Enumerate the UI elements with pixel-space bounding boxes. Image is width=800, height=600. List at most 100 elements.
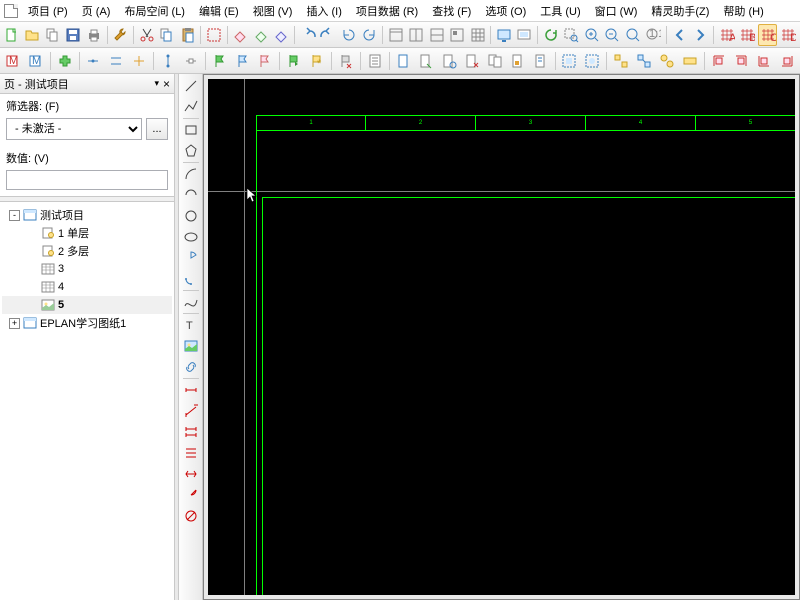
- copy-page-icon[interactable]: [43, 24, 63, 46]
- tree-row[interactable]: 1 单层: [2, 224, 172, 242]
- menu-help[interactable]: 帮助 (H): [717, 1, 769, 21]
- undo-list-icon[interactable]: [339, 24, 359, 46]
- redo-icon[interactable]: [318, 24, 338, 46]
- flag3-icon[interactable]: [254, 50, 276, 72]
- flag-star-icon[interactable]: *: [306, 50, 328, 72]
- tree-row[interactable]: 3: [2, 260, 172, 278]
- group1-icon[interactable]: [610, 50, 632, 72]
- connect4-icon[interactable]: [157, 50, 179, 72]
- align1-icon[interactable]: [708, 50, 730, 72]
- panel-pin-icon[interactable]: ▾: [154, 78, 159, 89]
- align3-icon[interactable]: [753, 50, 775, 72]
- doc2-icon[interactable]: [416, 50, 438, 72]
- open-icon[interactable]: [23, 24, 43, 46]
- hyperlink-icon[interactable]: [181, 357, 201, 377]
- report1-icon[interactable]: [364, 50, 386, 72]
- macro-save-icon[interactable]: M: [25, 50, 47, 72]
- doc1-icon[interactable]: [393, 50, 415, 72]
- polygon-icon[interactable]: [181, 141, 201, 161]
- plugin-icon[interactable]: [54, 50, 76, 72]
- value-input[interactable]: [6, 170, 168, 190]
- sel2-icon[interactable]: [581, 50, 603, 72]
- screen2-icon[interactable]: [515, 24, 535, 46]
- flag-del-icon[interactable]: [335, 50, 357, 72]
- dim7-icon[interactable]: [181, 506, 201, 526]
- line-icon[interactable]: [181, 76, 201, 96]
- menu-window[interactable]: 窗口 (W): [589, 1, 644, 21]
- menu-page[interactable]: 页 (A): [76, 1, 117, 21]
- redo-list-icon[interactable]: [359, 24, 379, 46]
- flag1-icon[interactable]: [209, 50, 231, 72]
- nav-fwd-icon[interactable]: [690, 24, 710, 46]
- tree-expander-icon[interactable]: -: [9, 210, 20, 221]
- connect5-icon[interactable]: [180, 50, 202, 72]
- dim4-icon[interactable]: [181, 443, 201, 463]
- menu-tools[interactable]: 工具 (U): [534, 1, 586, 21]
- connect1-icon[interactable]: [83, 50, 105, 72]
- doc5-icon[interactable]: [484, 50, 506, 72]
- grid-c-icon[interactable]: C: [758, 24, 778, 46]
- group3-icon[interactable]: [656, 50, 678, 72]
- menu-edit[interactable]: 编辑 (E): [193, 1, 245, 21]
- win2-icon[interactable]: [406, 24, 426, 46]
- tree-row[interactable]: -测试项目: [2, 206, 172, 224]
- menu-insert[interactable]: 插入 (I): [300, 1, 347, 21]
- grid-icon[interactable]: [468, 24, 488, 46]
- align2-icon[interactable]: [730, 50, 752, 72]
- menu-options[interactable]: 选项 (O): [479, 1, 532, 21]
- doc3-icon[interactable]: [438, 50, 460, 72]
- doc4-icon[interactable]: [461, 50, 483, 72]
- filter-browse-button[interactable]: ...: [146, 118, 168, 140]
- panel-close-icon[interactable]: ×: [163, 77, 170, 91]
- menu-view[interactable]: 视图 (V): [247, 1, 299, 21]
- flag-go-icon[interactable]: [283, 50, 305, 72]
- win3-icon[interactable]: [427, 24, 447, 46]
- tree-expander-icon[interactable]: +: [9, 318, 20, 329]
- dim6-icon[interactable]: [181, 485, 201, 505]
- doc7-icon[interactable]: [530, 50, 552, 72]
- nav-back-icon[interactable]: [670, 24, 690, 46]
- sel1-icon[interactable]: [559, 50, 581, 72]
- screen-icon[interactable]: [494, 24, 514, 46]
- tree-row[interactable]: +EPLAN学习图纸1: [2, 314, 172, 332]
- menu-assistant[interactable]: 精灵助手(Z): [645, 1, 715, 21]
- flag2-icon[interactable]: [232, 50, 254, 72]
- print-icon[interactable]: [84, 24, 104, 46]
- grid-b-icon[interactable]: B: [737, 24, 757, 46]
- copy-icon[interactable]: [157, 24, 177, 46]
- connect2-icon[interactable]: [105, 50, 127, 72]
- image-icon[interactable]: [181, 336, 201, 356]
- page-tree[interactable]: -测试项目1 单层2 多层345+EPLAN学习图纸1: [0, 202, 174, 600]
- zoom-100-icon[interactable]: 1:1: [644, 24, 664, 46]
- wrench-icon[interactable]: [110, 24, 130, 46]
- menu-projectdata[interactable]: 项目数据 (R): [350, 1, 424, 21]
- cut-icon[interactable]: [137, 24, 157, 46]
- refresh-icon[interactable]: [541, 24, 561, 46]
- grid-a-icon[interactable]: A: [717, 24, 737, 46]
- paste-icon[interactable]: [178, 24, 198, 46]
- zoom-in-icon[interactable]: [582, 24, 602, 46]
- menu-layoutspace[interactable]: 布局空间 (L): [118, 1, 191, 21]
- circle-icon[interactable]: [181, 206, 201, 226]
- win1-icon[interactable]: [386, 24, 406, 46]
- dim5-icon[interactable]: [181, 464, 201, 484]
- arc3-icon[interactable]: [181, 269, 201, 289]
- eraser2-icon[interactable]: [251, 24, 271, 46]
- dim2-icon[interactable]: [181, 401, 201, 421]
- zoom-window-icon[interactable]: [562, 24, 582, 46]
- eraser3-icon[interactable]: [272, 24, 292, 46]
- tree-row[interactable]: 5: [2, 296, 172, 314]
- tree-row[interactable]: 4: [2, 278, 172, 296]
- eraser-icon[interactable]: [231, 24, 251, 46]
- dim3-icon[interactable]: [181, 422, 201, 442]
- dim1-icon[interactable]: [181, 380, 201, 400]
- macro-open-icon[interactable]: M: [2, 50, 24, 72]
- group4-icon[interactable]: [679, 50, 701, 72]
- arc2-icon[interactable]: [181, 185, 201, 205]
- new-icon[interactable]: [2, 24, 22, 46]
- grid-d-icon[interactable]: D: [778, 24, 798, 46]
- menu-project[interactable]: 项目 (P): [22, 1, 74, 21]
- select-rect-icon[interactable]: [204, 24, 224, 46]
- tree-row[interactable]: 2 多层: [2, 242, 172, 260]
- text-icon[interactable]: T: [181, 315, 201, 335]
